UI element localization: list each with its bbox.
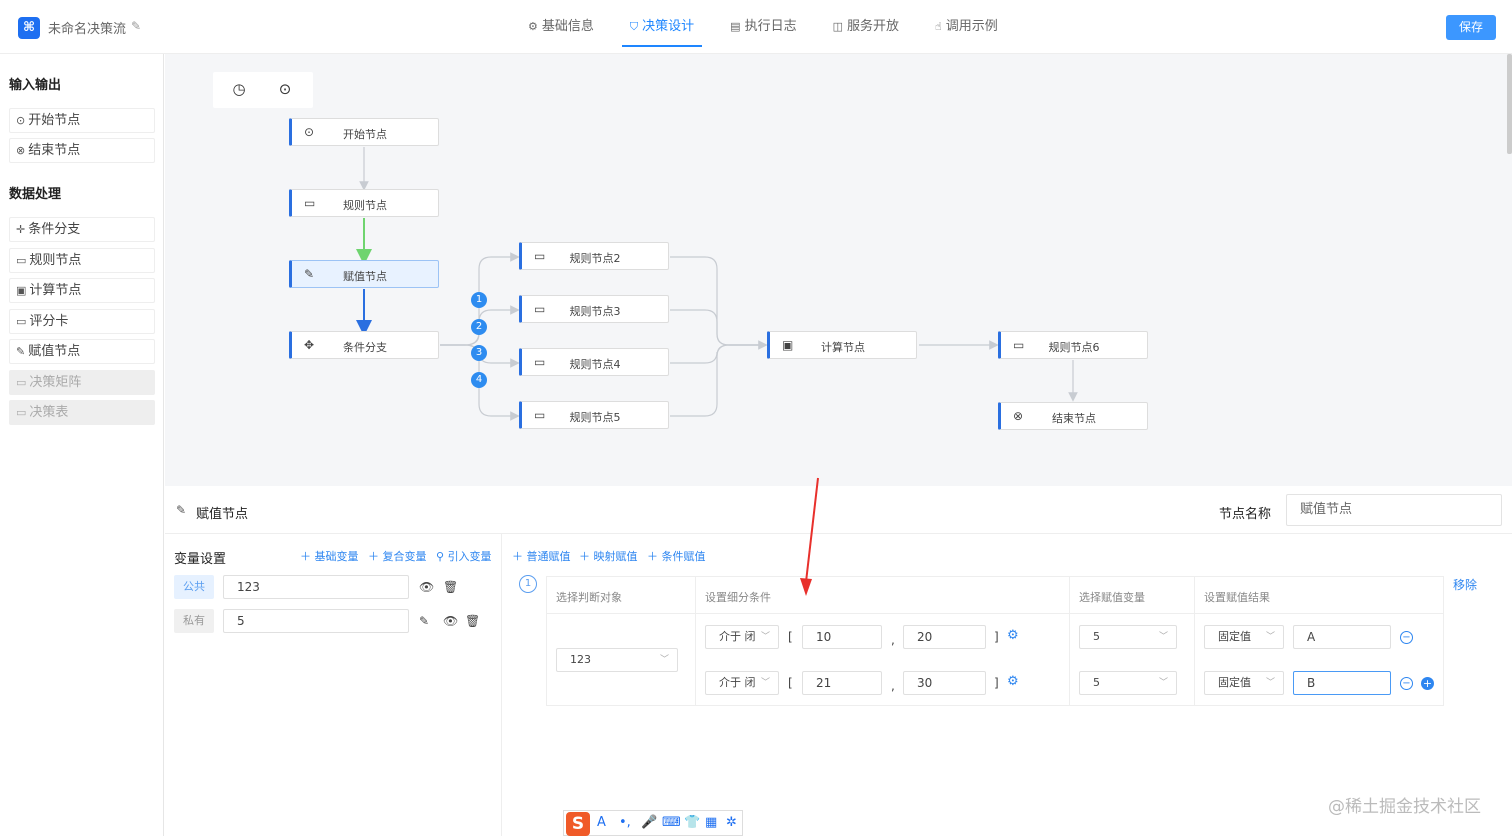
punctuation-icon[interactable]: •, [619,815,631,830]
grid-icon[interactable]: ▦ [705,815,717,830]
annotation-arrowhead-icon [800,578,812,596]
ime-toolbar: S A •, 🎤 ⌨ 👕 ▦ ✲ [563,810,743,836]
keyboard-icon[interactable]: ⌨ [662,815,681,830]
ime-logo-icon[interactable]: S [566,812,590,836]
annotation-arrow-icon [805,477,819,583]
annotation-arrow-layer [800,477,819,596]
microphone-icon[interactable]: 🎤 [641,815,657,830]
watermark: @稀土掘金技术社区 [1328,797,1481,817]
shirt-icon[interactable]: 👕 [684,815,700,830]
font-icon[interactable]: A [597,815,606,830]
settings-icon[interactable]: ✲ [726,815,737,830]
